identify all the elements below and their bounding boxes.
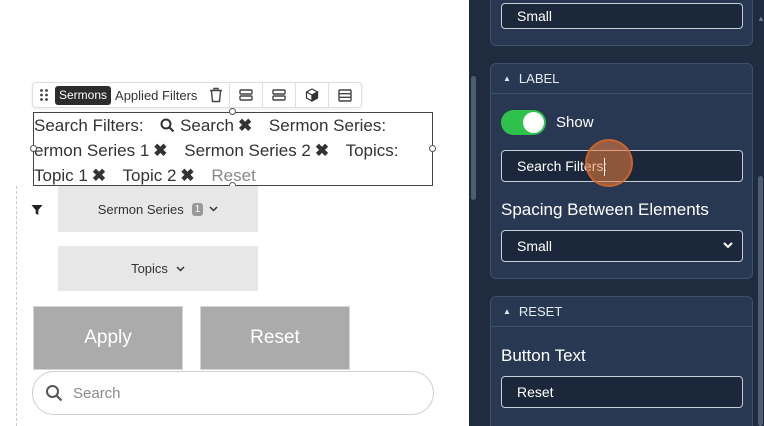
- resize-handle-top[interactable]: [229, 108, 236, 115]
- previous-select-value: Small: [517, 8, 553, 24]
- chip-label: ermon Series 1: [34, 141, 150, 160]
- chevron-down-icon: [723, 242, 733, 249]
- reset-section-header[interactable]: ▲ RESET: [491, 297, 752, 327]
- text-caret: [604, 158, 605, 176]
- sermon-series-label: Sermon Series:: [268, 116, 387, 135]
- search-input[interactable]: Search: [32, 371, 434, 415]
- button-text-label: Button Text: [501, 346, 586, 365]
- cube-icon[interactable]: [295, 83, 328, 107]
- trash-icon[interactable]: [203, 83, 229, 107]
- spacing-label: Spacing Between Elements: [501, 200, 709, 219]
- list-icon[interactable]: [328, 83, 361, 107]
- chip-label: Topic 2: [122, 166, 177, 185]
- screen: Sermons Applied Filters Search Filters: …: [0, 0, 764, 426]
- search-placeholder: Search: [73, 384, 121, 402]
- chevron-down-icon: [176, 265, 185, 272]
- dropdown-label: Sermon Series: [97, 201, 184, 217]
- sermon-series-dropdown[interactable]: Sermon Series 1: [58, 186, 258, 232]
- close-icon[interactable]: ✖: [92, 166, 106, 185]
- selected-count-badge: 1: [191, 202, 204, 216]
- apply-button[interactable]: Apply: [33, 306, 183, 370]
- button-text-value: Reset: [517, 384, 554, 400]
- button-text-input[interactable]: Reset: [501, 376, 743, 408]
- filters-row-1: Search Filters: Search ✖ Sermon Series:: [34, 113, 430, 138]
- click-indicator: [585, 139, 633, 187]
- previous-section-card: Small: [490, 0, 753, 46]
- topic-1-chip[interactable]: Topic 1 ✖: [34, 166, 118, 185]
- resize-handle-right[interactable]: [429, 145, 436, 152]
- sermon-series-1-chip[interactable]: ermon Series 1 ✖: [34, 141, 180, 160]
- panel-scrollbar[interactable]: ▲: [757, 0, 764, 426]
- funnel-icon: [31, 205, 43, 215]
- caret-up-icon: ▲: [503, 74, 511, 83]
- drag-handle-icon[interactable]: [33, 83, 55, 107]
- topic-2-chip[interactable]: Topic 2 ✖: [123, 166, 207, 185]
- section-title: RESET: [518, 304, 563, 319]
- panel-scrollbar-left[interactable]: [471, 76, 476, 200]
- caret-up-icon[interactable]: ▲: [757, 14, 764, 23]
- close-icon[interactable]: ✖: [153, 141, 167, 160]
- widget-type-badge[interactable]: Sermons: [55, 85, 112, 105]
- show-label-text: Show: [556, 114, 594, 131]
- resize-handle-left[interactable]: [30, 145, 37, 152]
- close-icon[interactable]: ✖: [180, 166, 194, 185]
- caret-up-icon: ▲: [503, 307, 511, 316]
- topics-label: Topics:: [345, 141, 399, 160]
- widget-name-label: Applied Filters: [115, 87, 198, 103]
- search-icon: [46, 385, 63, 402]
- applied-filters-widget[interactable]: Search Filters: Search ✖ Sermon Series: e…: [33, 112, 433, 186]
- section-title: LABEL: [518, 71, 560, 86]
- reset-button[interactable]: Reset: [200, 306, 350, 370]
- toggle-knob: [523, 112, 544, 133]
- section-guide-line: [16, 186, 17, 426]
- filters-row-2: ermon Series 1 ✖ Sermon Series 2 ✖ Topics:: [34, 138, 430, 163]
- layout-rows-icon[interactable]: [262, 83, 295, 107]
- topics-dropdown[interactable]: Topics: [58, 246, 258, 291]
- dropdown-label: Topics: [131, 261, 168, 276]
- label-section-header[interactable]: ▲ LABEL: [491, 64, 752, 94]
- element-toolbar: Sermons Applied Filters: [32, 82, 363, 108]
- sermon-series-2-chip[interactable]: Sermon Series 2 ✖: [184, 141, 341, 160]
- scrollbar-thumb[interactable]: [758, 176, 763, 426]
- spacing-select-value: Small: [517, 238, 553, 254]
- chip-label: Topic 1: [34, 166, 88, 185]
- search-icon: [160, 118, 175, 133]
- chip-label: Sermon Series 2: [184, 141, 311, 160]
- close-icon[interactable]: ✖: [238, 116, 252, 135]
- search-chip[interactable]: Search ✖: [160, 116, 269, 135]
- close-icon[interactable]: ✖: [315, 141, 329, 160]
- previous-select[interactable]: Small: [501, 3, 743, 29]
- search-chip-label: Search: [180, 116, 234, 135]
- search-filters-label: Search Filters:: [34, 116, 144, 135]
- layout-row-icon[interactable]: [229, 83, 262, 107]
- spacing-select[interactable]: Small: [501, 230, 743, 262]
- show-label-toggle[interactable]: [501, 110, 546, 135]
- chevron-down-icon: [209, 206, 218, 212]
